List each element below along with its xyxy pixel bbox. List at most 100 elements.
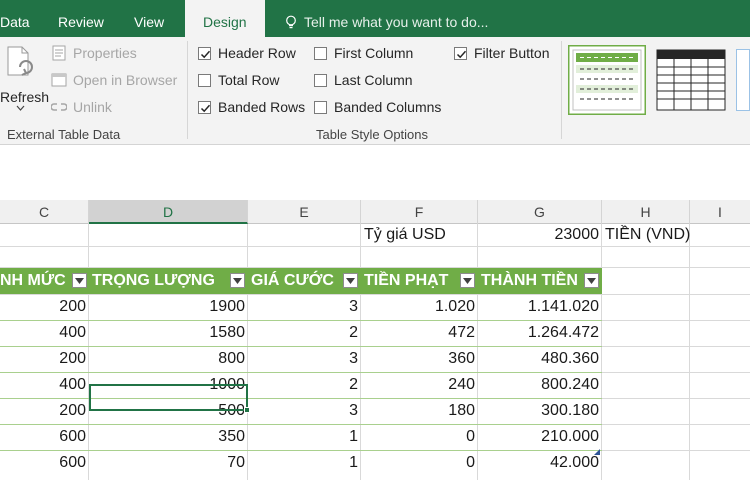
table-cell[interactable]: 2: [248, 372, 361, 398]
lightbulb-icon: [286, 15, 296, 29]
table-cell[interactable]: 0: [361, 450, 478, 476]
refresh-button[interactable]: Refresh: [0, 41, 49, 111]
group-label-table-style-options: Table Style Options: [316, 127, 429, 142]
active-cell-border: [89, 384, 248, 411]
vnd-label-cell[interactable]: TIỀN (VND): [602, 222, 750, 248]
filter-button-checkbox[interactable]: [454, 47, 467, 60]
table-cell[interactable]: 800: [89, 346, 248, 372]
table-cell[interactable]: 1.141.020: [478, 294, 602, 320]
filter-dropdown-button-d[interactable]: [230, 273, 245, 288]
first-column-checkbox[interactable]: [314, 47, 327, 60]
table-resize-handle[interactable]: [594, 449, 600, 455]
dropdown-arrow-icon: [346, 278, 355, 284]
table-cell[interactable]: 200: [0, 294, 89, 320]
tab-data[interactable]: Data: [0, 0, 30, 37]
table-cell[interactable]: 200: [0, 398, 89, 424]
tell-me-placeholder: Tell me what you want to do...: [304, 14, 489, 30]
table-header-cell-g[interactable]: THÀNH TIỀN: [478, 268, 585, 294]
table-cell[interactable]: 600: [0, 424, 89, 450]
checkmark-icon: [456, 50, 467, 59]
table-cell[interactable]: 1900: [89, 294, 248, 320]
table-cell[interactable]: 210.000: [478, 424, 602, 450]
column-header-g[interactable]: G: [478, 200, 602, 224]
table-cell[interactable]: 1580: [89, 320, 248, 346]
table-cell[interactable]: 350: [89, 424, 248, 450]
table-cell[interactable]: 1.264.472: [478, 320, 602, 346]
last-column-checkbox[interactable]: [314, 74, 327, 87]
properties-button[interactable]: Properties: [73, 45, 137, 61]
column-header-d[interactable]: D: [89, 200, 248, 224]
table-cell[interactable]: 200: [0, 346, 89, 372]
table-cell[interactable]: 2: [248, 320, 361, 346]
table-style-swatch-green[interactable]: [568, 45, 646, 115]
column-header-e[interactable]: E: [248, 200, 361, 224]
ribbon-tab-bar: Data Review View Design Tell me what you…: [0, 0, 750, 37]
table-cell[interactable]: 42.000: [478, 450, 602, 476]
banded-rows-checkbox[interactable]: [198, 101, 211, 114]
checkmark-icon: [200, 50, 211, 59]
table-style-swatch-dark[interactable]: [652, 45, 730, 115]
fill-handle[interactable]: [244, 407, 250, 413]
tell-me-box[interactable]: Tell me what you want to do...: [284, 0, 488, 37]
dropdown-arrow-icon: [233, 278, 242, 284]
table-cell[interactable]: 472: [361, 320, 478, 346]
exchange-rate-label-cell[interactable]: Tỷ giá USD: [361, 222, 478, 248]
column-header-bar: C D E F G H I: [0, 200, 750, 224]
gridline: [689, 224, 690, 480]
table-cell[interactable]: 480.360: [478, 346, 602, 372]
column-header-f[interactable]: F: [361, 200, 478, 224]
header-row-label: Header Row: [218, 45, 296, 61]
table-cell[interactable]: 400: [0, 320, 89, 346]
total-row-checkbox[interactable]: [198, 74, 211, 87]
table-header-cell-f[interactable]: TIỀN PHẠT: [361, 268, 461, 294]
table-cell[interactable]: 3: [248, 346, 361, 372]
properties-icon: [52, 45, 66, 61]
tab-review[interactable]: Review: [58, 0, 104, 37]
ribbon: Refresh Properties Open in Browser Unlin…: [0, 37, 750, 145]
exchange-rate-value-cell[interactable]: 23000: [478, 222, 602, 248]
table-style-swatch-blue[interactable]: [736, 49, 750, 111]
column-header-i[interactable]: I: [690, 200, 750, 224]
table-cell[interactable]: 1: [248, 424, 361, 450]
table-style-gallery: [568, 45, 750, 119]
table-cell[interactable]: 360: [361, 346, 478, 372]
table-cell[interactable]: 1: [248, 450, 361, 476]
column-header-h[interactable]: H: [602, 200, 690, 224]
unlink-icon: [51, 103, 67, 111]
table-cell[interactable]: 1.020: [361, 294, 478, 320]
column-header-c[interactable]: C: [0, 200, 89, 224]
open-in-browser-icon: [51, 73, 67, 87]
filter-dropdown-button-g[interactable]: [584, 273, 599, 288]
table-cell[interactable]: 0: [361, 424, 478, 450]
unlink-button[interactable]: Unlink: [73, 99, 112, 115]
filter-dropdown-button-e[interactable]: [343, 273, 358, 288]
table-cell[interactable]: 400: [0, 372, 89, 398]
table-cell[interactable]: 70: [89, 450, 248, 476]
table-cell[interactable]: 3: [248, 398, 361, 424]
chevron-down-icon: [16, 105, 25, 111]
tab-design[interactable]: Design: [185, 0, 265, 37]
refresh-label: Refresh: [0, 89, 50, 105]
table-cell[interactable]: 300.180: [478, 398, 602, 424]
table-cell[interactable]: 3: [248, 294, 361, 320]
banded-columns-checkbox[interactable]: [314, 101, 327, 114]
dropdown-arrow-icon: [587, 278, 596, 284]
table-cell[interactable]: 600: [0, 450, 89, 476]
table-header-cell-e[interactable]: GIÁ CƯỚC: [248, 268, 343, 294]
filter-dropdown-button-f[interactable]: [460, 273, 475, 288]
dropdown-arrow-icon: [463, 278, 472, 284]
header-row-checkbox[interactable]: [198, 47, 211, 60]
tab-view[interactable]: View: [134, 0, 164, 37]
table-cell[interactable]: 240: [361, 372, 478, 398]
table-cell[interactable]: 800.240: [478, 372, 602, 398]
formula-area: [0, 145, 750, 200]
first-column-label: First Column: [334, 45, 414, 61]
table-cell[interactable]: 180: [361, 398, 478, 424]
table-header-cell-d[interactable]: TRỌNG LƯỢNG: [89, 268, 231, 294]
worksheet-grid[interactable]: C D E F G H I Tỷ giá USD 23000 TIỀN (VND…: [0, 200, 750, 480]
table-header-cell-c[interactable]: NH MỨC: [0, 268, 75, 294]
checkmark-icon: [200, 104, 211, 113]
filter-dropdown-button-c[interactable]: [72, 273, 87, 288]
group-separator: [561, 41, 562, 139]
open-in-browser-button[interactable]: Open in Browser: [73, 72, 177, 88]
